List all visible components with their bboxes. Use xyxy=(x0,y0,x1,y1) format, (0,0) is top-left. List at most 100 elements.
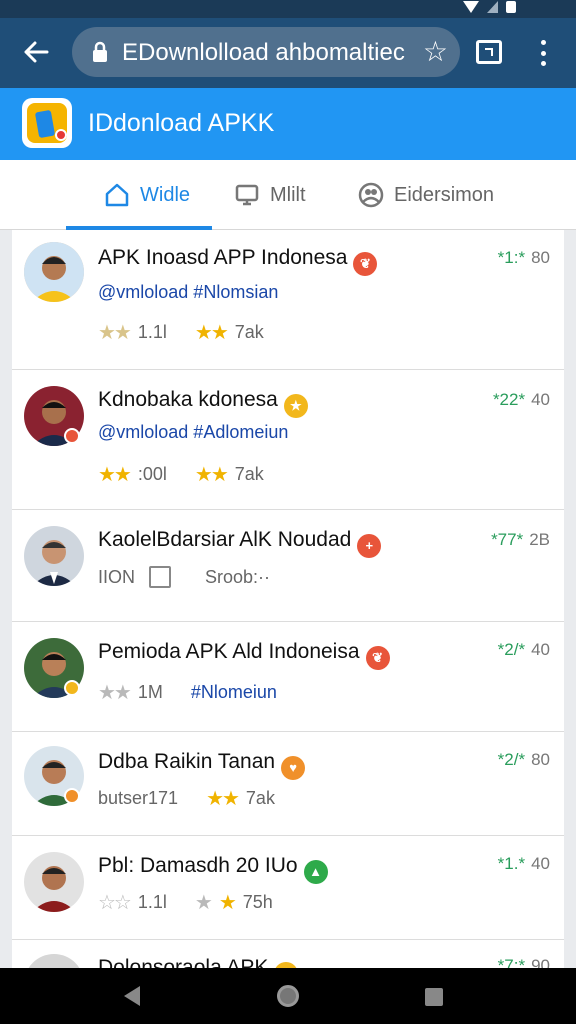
score: *22* 40 xyxy=(492,390,550,409)
score: *2/* 40 xyxy=(497,640,550,659)
item-title: KaolelBdarsiar AlK Noudad + xyxy=(98,528,382,558)
avatar xyxy=(24,852,84,912)
tab-switcher-icon xyxy=(485,48,493,56)
rating-left: :00l xyxy=(137,464,167,484)
meta-right: Sroob:·· xyxy=(205,566,271,587)
avatar xyxy=(24,526,84,586)
arrow-left-icon xyxy=(24,41,49,63)
verified-badge-icon: ▲ xyxy=(303,860,328,884)
nav-home-icon[interactable] xyxy=(277,985,299,1007)
verified-badge-icon: ★ xyxy=(283,394,308,418)
item-title: Pemioda APK Ald Indoneisa ❦ xyxy=(98,640,390,670)
signal-icon xyxy=(487,1,498,13)
item-meta: ☆☆ 1.1l ★ ★ 75h xyxy=(98,890,273,915)
rating-left: 1M xyxy=(137,682,163,702)
list-item[interactable]: Pemioda APK Ald Indoneisa ❦ ★★ 1M #Nlomei… xyxy=(12,622,564,732)
item-meta: ★★ :00l ★★ 7ak xyxy=(98,462,264,487)
item-meta: IION Sroob:·· xyxy=(98,566,270,588)
url-text: EDownlolload ahbomaltiec xyxy=(122,39,405,66)
back-button[interactable] xyxy=(18,34,54,70)
tab-people[interactable]: Eidersimon xyxy=(358,160,494,230)
rating-right: 7ak xyxy=(245,788,275,808)
list-item[interactable]: Kdnobaka kdonesa ★ @vmloload #Adlomeiun ★… xyxy=(12,370,564,510)
list-item[interactable]: APK Inoasd APP Indonesa ❦ @vmloload #Nlom… xyxy=(12,230,564,370)
list-item[interactable]: Dolonsoraola APK★ *7:*90 xyxy=(12,940,564,968)
item-meta: ★★ 1.1l ★★ 7ak xyxy=(98,320,264,345)
menu-dot-icon xyxy=(540,50,546,56)
tab-home[interactable]: Widle xyxy=(104,160,190,230)
verified-badge-icon: ♥ xyxy=(281,756,306,780)
avatar xyxy=(24,954,84,968)
lock-icon xyxy=(93,41,107,62)
list-item[interactable]: Pbl: Damasdh 20 IUo ▲ ☆☆ 1.1l ★ ★ 75h *1.*… xyxy=(12,836,564,940)
copy-icon xyxy=(149,566,172,588)
item-subtitle: @vmloload #Nlomsian xyxy=(98,282,279,302)
verified-badge-icon: ❦ xyxy=(365,646,390,670)
list-item[interactable]: KaolelBdarsiar AlK Noudad + IION Sroob:··… xyxy=(12,510,564,622)
nav-recents-icon[interactable] xyxy=(425,988,443,1006)
item-title: Dolonsoraola APK★ xyxy=(98,956,299,968)
status-bar xyxy=(0,0,576,18)
star-rating-icon: ★★ xyxy=(98,682,132,704)
address-bar[interactable]: EDownlolload ahbomaltiec ☆ xyxy=(72,27,460,77)
rating-right: 7ak xyxy=(234,464,264,484)
star-rating-icon: ★★ xyxy=(194,322,229,344)
avatar-badge-icon xyxy=(64,428,80,444)
tab-label: Eidersimon xyxy=(394,183,495,206)
tab-label: Mlilt xyxy=(270,183,306,206)
app-title: IDdonload APKK xyxy=(88,109,275,137)
item-title: Ddba Raikin Tanan ♥ xyxy=(98,750,306,780)
system-nav-bar xyxy=(0,968,576,1024)
item-hashtag: #Nlomeiun xyxy=(190,682,277,702)
avatar-badge-icon xyxy=(64,788,80,804)
avatar-badge-icon xyxy=(64,680,80,696)
star-rating-icon: ★★ xyxy=(98,322,132,344)
verified-badge-icon: + xyxy=(357,534,382,558)
tab-switcher-button[interactable] xyxy=(476,40,502,64)
app-logo xyxy=(22,98,72,148)
item-meta: ★★ 1M #Nlomeiun xyxy=(98,680,277,705)
tab-label: Widle xyxy=(140,183,191,206)
app-list[interactable]: APK Inoasd APP Indonesa ❦ @vmloload #Nlom… xyxy=(12,230,564,968)
item-title: Pbl: Damasdh 20 IUo ▲ xyxy=(98,854,328,884)
overflow-menu-button[interactable] xyxy=(538,40,548,66)
star-rating-icon: ★★ xyxy=(194,464,229,486)
score: *7:* 90 xyxy=(497,956,550,968)
star-rating-icon: ☆☆ xyxy=(98,892,132,914)
item-subtitle: butser171 xyxy=(98,788,179,808)
nav-tabs: Widle Mlilt Eidersimon xyxy=(0,160,576,230)
star-rating-icon: ★ xyxy=(218,892,237,914)
score: *1:* 80 xyxy=(497,248,550,267)
rating-right: 7ak xyxy=(234,322,264,342)
rating-left: 1.1l xyxy=(137,892,167,912)
wifi-icon xyxy=(463,1,479,13)
list-item[interactable]: Ddba Raikin Tanan ♥ butser171 ★★ 7ak *2/*… xyxy=(12,732,564,836)
star-rating-icon: ★★ xyxy=(98,464,132,486)
meta-left: IION xyxy=(98,566,136,587)
status-icons xyxy=(463,0,516,14)
score: *1.* 40 xyxy=(497,854,550,873)
star-rating-icon: ★★ xyxy=(206,788,240,810)
menu-dot-icon xyxy=(540,61,546,66)
verified-badge-icon: ❦ xyxy=(353,252,378,276)
home-icon xyxy=(105,183,129,207)
monitor-icon xyxy=(235,184,259,206)
item-subtitle: @vmloload #Adlomeiun xyxy=(98,422,289,442)
star-rating-icon: ★ xyxy=(194,892,213,914)
item-title: Kdnobaka kdonesa ★ xyxy=(98,388,308,418)
people-icon xyxy=(358,182,384,208)
battery-icon xyxy=(506,1,516,13)
item-meta: butser171 ★★ 7ak xyxy=(98,786,275,811)
browser-toolbar: EDownlolload ahbomaltiec ☆ xyxy=(0,18,576,88)
score: *2/* 80 xyxy=(497,750,550,769)
menu-dot-icon xyxy=(540,40,546,45)
app-header: IDdonload APKK xyxy=(0,88,576,160)
rating-right: 75h xyxy=(242,892,273,912)
avatar xyxy=(24,242,84,302)
bookmark-star-icon[interactable]: ☆ xyxy=(423,38,448,66)
tab-monitor[interactable]: Mlilt xyxy=(234,160,306,230)
score: *77* 2B xyxy=(491,530,550,549)
rating-left: 1.1l xyxy=(137,322,167,342)
item-title: APK Inoasd APP Indonesa ❦ xyxy=(98,246,378,276)
nav-back-icon[interactable] xyxy=(124,986,140,1006)
